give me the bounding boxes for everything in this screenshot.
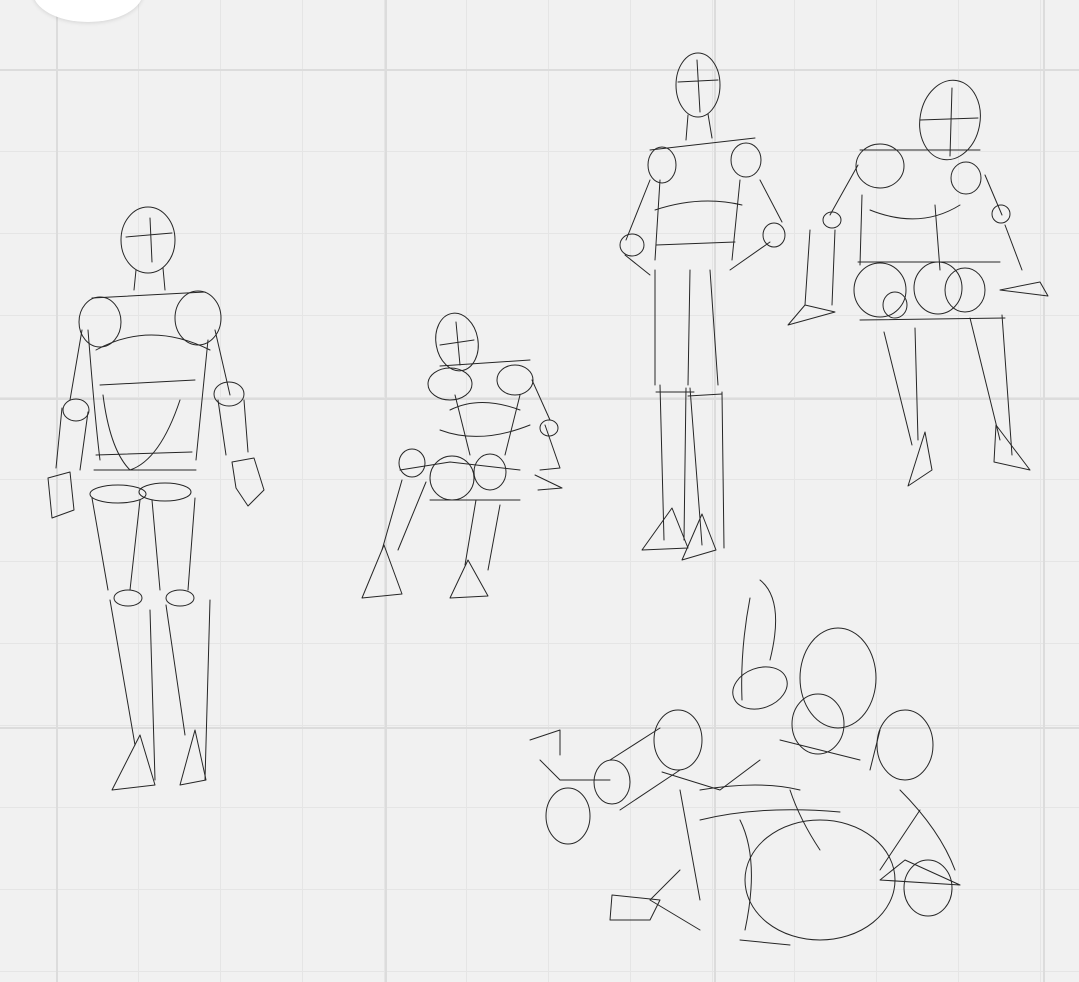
left-foot <box>361 544 403 599</box>
standing-figure-front[interactable] <box>47 206 265 791</box>
sketch-layer <box>47 52 1049 946</box>
figure-legs <box>381 479 427 551</box>
sitting-figure-small[interactable] <box>361 310 563 599</box>
left-foot <box>907 431 933 487</box>
figure-torso <box>859 194 941 271</box>
right-foot <box>993 424 1031 471</box>
reclining-figure-foreshortened[interactable] <box>529 579 961 946</box>
figure-legs <box>659 384 725 549</box>
head-guidelines <box>677 59 719 113</box>
figure-torso <box>102 394 181 471</box>
figure-torso <box>699 784 841 821</box>
right-foot <box>179 729 207 786</box>
right-foot <box>449 559 489 599</box>
figure-head <box>799 627 877 729</box>
figure-torso <box>654 179 741 261</box>
left-foot <box>609 894 661 921</box>
left-foot <box>641 507 689 551</box>
sitting-figure-leaning-forward[interactable] <box>787 75 1049 487</box>
figure-neck <box>685 113 713 141</box>
drawing-canvas[interactable] <box>0 0 1079 982</box>
left-hand <box>47 471 75 519</box>
head-guidelines <box>125 217 173 263</box>
standing-figure-hands-on-hips[interactable] <box>619 52 786 561</box>
head-guidelines <box>919 87 979 157</box>
figure-legs <box>883 327 919 446</box>
figure-head <box>120 206 176 274</box>
left-hand <box>787 304 836 326</box>
figure-torso <box>439 394 531 456</box>
left-hand <box>529 729 611 781</box>
left-foot <box>111 734 156 791</box>
figure-legs <box>109 599 211 781</box>
head-guidelines <box>439 321 475 366</box>
right-foot <box>681 513 717 561</box>
right-hand <box>999 281 1049 297</box>
right-hand <box>231 457 265 507</box>
